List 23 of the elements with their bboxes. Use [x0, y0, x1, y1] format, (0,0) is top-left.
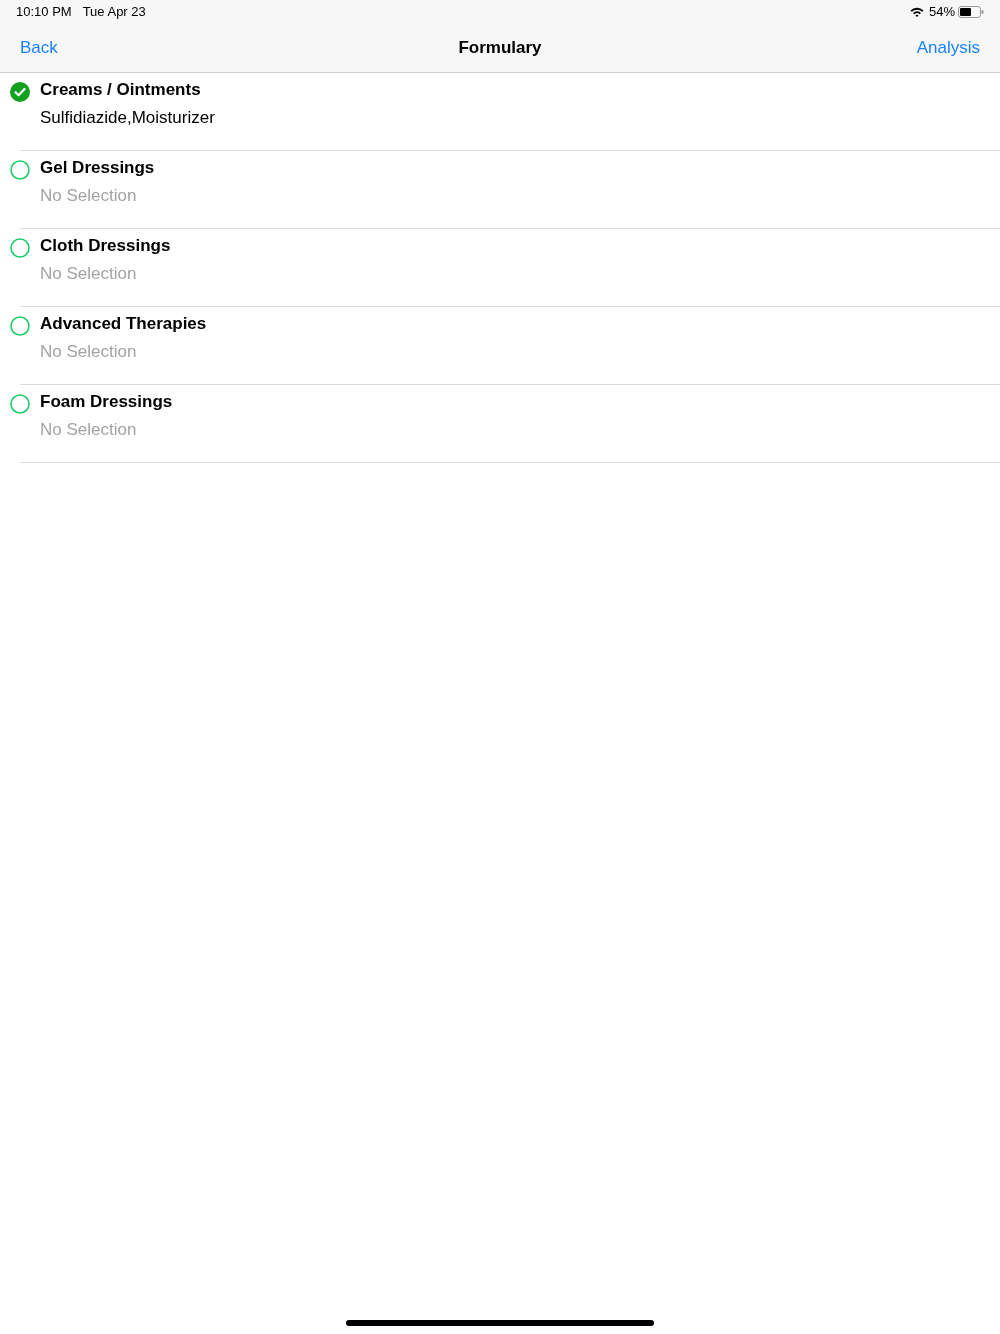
status-time: 10:10 PM [16, 3, 72, 22]
item-title: Advanced Therapies [40, 314, 207, 334]
item-subtitle: No Selection [40, 342, 138, 362]
item-title: Creams / Ointments [40, 80, 202, 100]
empty-circle-icon[interactable] [10, 316, 30, 336]
item-title: Cloth Dressings [40, 236, 171, 256]
item-title: Foam Dressings [40, 392, 173, 412]
status-date: Tue Apr 23 [82, 3, 146, 22]
battery-icon [958, 6, 984, 18]
empty-circle-icon[interactable] [10, 160, 30, 180]
battery-percentage: 54% [928, 3, 955, 22]
empty-circle-icon[interactable] [10, 394, 30, 414]
checkmark-circle-icon[interactable] [10, 82, 30, 102]
back-button[interactable]: Back [20, 35, 58, 61]
wifi-icon [909, 7, 924, 17]
item-subtitle: No Selection [40, 420, 138, 440]
item-subtitle: No Selection [40, 186, 138, 206]
item-subtitle: Sulfidiazide,Moisturizer [40, 108, 215, 128]
empty-circle-icon[interactable] [10, 238, 30, 258]
analysis-button[interactable]: Analysis [916, 35, 980, 61]
item-subtitle: No Selection [40, 264, 138, 284]
nav-title: Formulary [458, 37, 542, 60]
item-title: Gel Dressings [40, 158, 155, 178]
